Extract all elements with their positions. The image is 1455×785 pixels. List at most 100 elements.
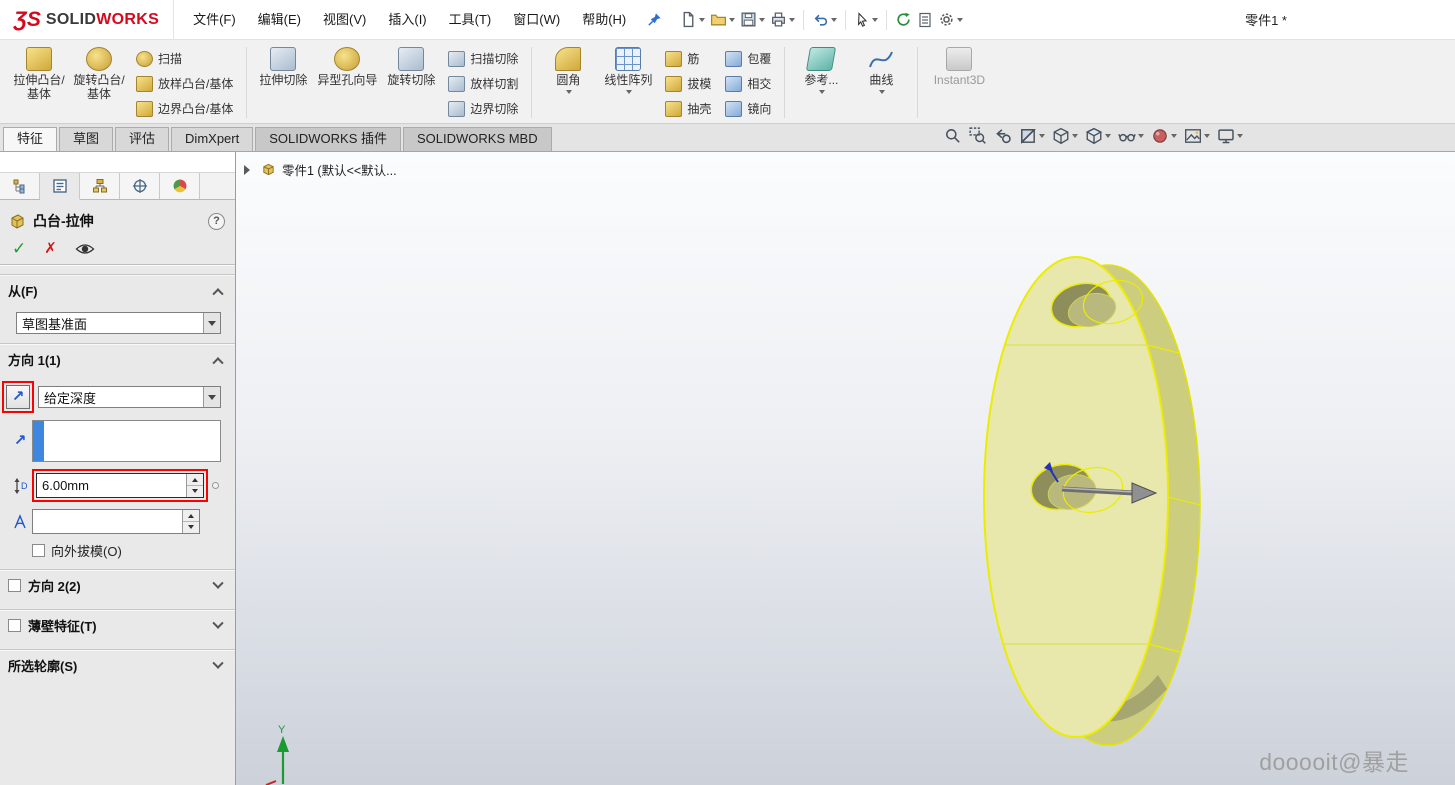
draft-spinner[interactable] [182,510,199,533]
depth-spinner[interactable] [186,474,203,497]
propertymanager-tab[interactable] [40,173,80,200]
feature-tree-flyout[interactable]: 零件1 (默认<<默认... [244,160,397,179]
options-caret-icon [957,17,964,25]
revolved-boss-button[interactable]: 旋转凸台/基体 [69,44,129,101]
swept-cut-button[interactable]: 扫描切除 [443,46,523,71]
dimxpertmanager-tab[interactable] [120,173,160,199]
tab-evaluate[interactable]: 评估 [115,127,170,151]
hole-wizard-button[interactable]: 异型孔向导 [313,44,381,87]
direction-reference-listbox[interactable] [32,420,221,462]
hide-show-items-button[interactable] [1118,127,1144,145]
options-button[interactable] [936,8,965,31]
spin-up-button[interactable] [187,474,203,486]
view-orientation-button[interactable] [1052,127,1078,145]
lofted-boss-button[interactable]: 放样凸台/基体 [131,71,238,96]
file-properties-button[interactable] [915,9,935,31]
apply-scene-button[interactable] [1184,127,1210,145]
menu-tools[interactable]: 工具(T) [438,1,503,39]
lofted-cut-button[interactable]: 放样切割 [443,71,523,96]
section-view-button[interactable] [1019,127,1045,145]
direction1-section-header[interactable]: 方向 1(1) [0,343,235,374]
menu-insert[interactable]: 插入(I) [377,1,437,39]
boundary-cut-label: 边界切除 [470,102,519,116]
tab-mbd[interactable]: SOLIDWORKS MBD [402,127,552,151]
draft-button[interactable]: 拔模 [660,71,716,96]
cancel-button[interactable]: ✗ [44,241,57,257]
pin-menu-button[interactable] [647,12,662,27]
depth-value[interactable]: 6.00mm [37,474,186,497]
save-button[interactable] [738,8,767,31]
reverse-direction-button[interactable]: ↗ [6,385,30,409]
pushpin-icon [648,13,661,26]
end-condition-select[interactable]: 给定深度 [38,386,221,408]
selected-contours-section-header[interactable]: 所选轮廓(S) [0,649,235,680]
tab-features[interactable]: 特征 [3,127,58,151]
rib-button[interactable]: 筋 [660,46,716,71]
depth-spinbox[interactable]: 6.00mm [36,473,204,498]
menu-edit[interactable]: 编辑(E) [247,1,312,39]
view-settings-button[interactable] [1217,127,1243,145]
tab-sketch[interactable]: 草图 [59,127,114,151]
displaymanager-tab[interactable] [160,173,200,199]
zoom-to-area-button[interactable] [969,127,987,145]
reference-geometry-button[interactable]: 参考... [791,44,851,97]
open-file-button[interactable] [708,8,737,31]
extruded-cut-button[interactable]: 拉伸切除 [253,44,313,87]
previous-view-button[interactable] [994,127,1012,145]
featuremanager-tab[interactable] [0,173,40,199]
curves-button[interactable]: 曲线 [851,44,911,97]
configurationmanager-tab[interactable] [80,173,120,199]
menu-file[interactable]: 文件(F) [182,1,247,39]
view-orientation-caret-icon [1072,134,1078,141]
start-condition-select[interactable]: 草图基准面 [16,312,221,334]
thin-feature-checkbox[interactable] [8,619,21,632]
detach-handle-icon[interactable] [212,482,219,489]
spin-down-button[interactable] [187,486,203,497]
graphics-viewport[interactable]: Y 零件1 (默认<<默认... dooooit@暴走 [236,152,1455,785]
display-style-button[interactable] [1085,127,1111,145]
select-button[interactable] [852,9,880,31]
ok-button[interactable]: ✓ [12,240,26,257]
extruded-boss-button[interactable]: 拉伸凸台/基体 [9,44,69,101]
rebuild-button[interactable] [893,8,914,31]
edit-appearance-button[interactable] [1151,127,1177,145]
help-button[interactable]: ? [208,212,225,230]
draft-angle-value[interactable] [33,510,182,533]
instant3d-button[interactable]: Instant3D [924,44,994,87]
spin-down-button[interactable] [183,522,199,533]
mirror-button[interactable]: 镜向 [720,96,776,121]
direction1-section-label: 方向 1(1) [8,353,61,368]
boundary-cut-button[interactable]: 边界切除 [443,96,523,121]
thin-feature-section-header[interactable]: 薄壁特征(T) [0,609,235,640]
new-document-button[interactable] [678,8,707,31]
draft-angle-spinbox[interactable] [32,509,200,534]
intersect-button[interactable]: 相交 [720,71,776,96]
from-section-header[interactable]: 从(F) [0,274,235,305]
swept-boss-button[interactable]: 扫描 [131,46,238,71]
menu-help[interactable]: 帮助(H) [571,1,637,39]
preview-eye-button[interactable] [75,242,95,256]
fillet-button[interactable]: 圆角 [538,44,598,97]
direction2-section-header[interactable]: 方向 2(2) [0,569,235,600]
direction2-checkbox[interactable] [8,579,21,592]
undo-button[interactable] [810,8,839,31]
flyout-expand-icon[interactable] [244,164,255,175]
feature-tree-root-item[interactable]: 零件1 (默认<<默认... [282,160,397,179]
draft-outward-checkbox[interactable] [32,544,45,557]
tab-addins[interactable]: SOLIDWORKS 插件 [255,127,401,151]
linear-pattern-button[interactable]: 线性阵列 [598,44,658,97]
menu-view[interactable]: 视图(V) [312,1,377,39]
reverse-direction-annotation: ↗ [2,381,34,413]
ribbon-toolbar: 拉伸凸台/基体 旋转凸台/基体 扫描 放样凸台/基体 边界凸台/基体 拉伸切除 … [0,40,1455,124]
shell-button[interactable]: 抽壳 [660,96,716,121]
heads-up-view-toolbar [944,127,1243,145]
part-scene[interactable]: Y [236,152,1455,785]
tab-dimxpert[interactable]: DimXpert [171,127,254,151]
revolved-cut-button[interactable]: 旋转切除 [381,44,441,87]
wrap-button[interactable]: 包覆 [720,46,776,71]
menu-window[interactable]: 窗口(W) [502,1,571,39]
zoom-to-fit-button[interactable] [944,127,962,145]
spin-up-button[interactable] [183,510,199,522]
print-button[interactable] [768,8,797,31]
boundary-boss-button[interactable]: 边界凸台/基体 [131,96,238,121]
